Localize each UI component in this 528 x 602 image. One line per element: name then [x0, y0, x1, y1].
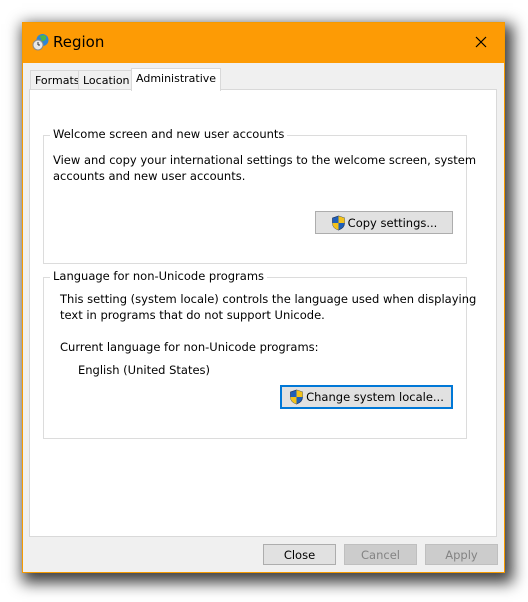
- apply-button[interactable]: Apply: [425, 544, 498, 565]
- region-dialog: Region Formats Location Administrative W…: [22, 22, 505, 573]
- change-system-locale-button[interactable]: Change system locale...: [280, 385, 453, 409]
- welcome-description-line1: View and copy your international setting…: [53, 153, 477, 167]
- change-system-locale-label: Change system locale...: [306, 390, 444, 404]
- welcome-group-title: Welcome screen and new user accounts: [50, 127, 288, 141]
- current-language-value: English (United States): [78, 363, 211, 377]
- tab-location[interactable]: Location: [78, 70, 135, 90]
- uac-shield-icon: [331, 215, 345, 230]
- current-language-label: Current language for non-Unicode program…: [60, 340, 319, 354]
- copy-settings-label: Copy settings...: [347, 215, 438, 230]
- non-unicode-language-group: Language for non-Unicode programs This s…: [43, 269, 476, 439]
- uac-shield-icon: [290, 389, 303, 405]
- close-window-button[interactable]: [458, 23, 504, 63]
- welcome-description-line2: accounts and new user accounts.: [53, 169, 246, 183]
- window-title: Region: [53, 33, 105, 51]
- title-bar[interactable]: Region: [23, 23, 504, 63]
- administrative-panel: Welcome screen and new user accounts Vie…: [29, 89, 497, 537]
- tab-formats[interactable]: Formats: [30, 70, 85, 90]
- copy-settings-button[interactable]: Copy settings...: [315, 211, 453, 234]
- tab-administrative[interactable]: Administrative: [131, 68, 222, 91]
- globe-clock-icon: [32, 33, 50, 51]
- language-description-line2: text in programs that do not support Uni…: [60, 308, 325, 322]
- language-description-line1: This setting (system locale) controls th…: [60, 292, 477, 306]
- close-icon: [475, 36, 487, 51]
- welcome-screen-group: Welcome screen and new user accounts Vie…: [43, 127, 476, 264]
- close-button[interactable]: Close: [263, 544, 336, 565]
- language-group-title: Language for non-Unicode programs: [50, 269, 268, 283]
- cancel-button[interactable]: Cancel: [344, 544, 417, 565]
